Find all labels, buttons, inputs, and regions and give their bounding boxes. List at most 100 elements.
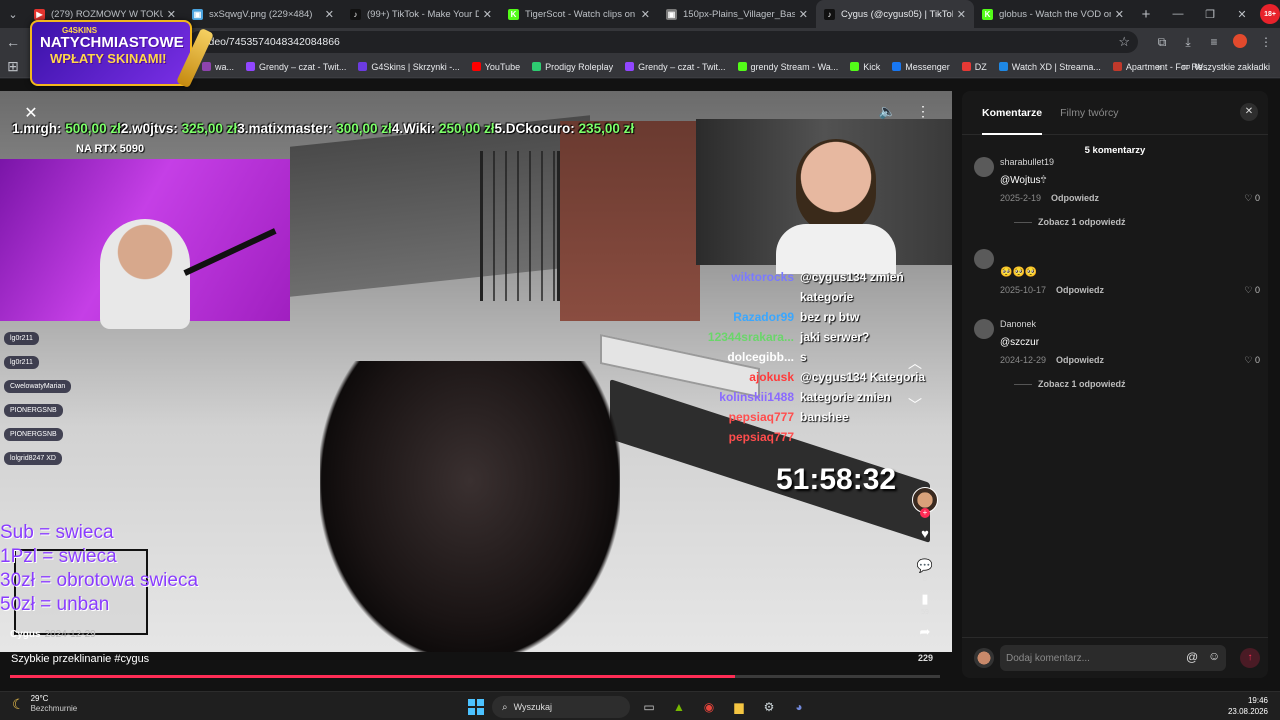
commenter-name[interactable]: Danonek <box>1000 319 1036 329</box>
tab-close-icon[interactable]: ✕ <box>957 8 966 21</box>
bookmark-label: Messenger <box>905 61 950 72</box>
tab-close-icon[interactable]: ✕ <box>167 8 176 21</box>
all-bookmarks-link[interactable]: Wszystkie zakładki <box>1194 62 1270 72</box>
browser-tab[interactable]: ▣ sxSqwgV.png (229×484) ✕ <box>184 0 342 28</box>
emoji-icon[interactable]: ☺ <box>1208 649 1220 663</box>
donor-amount: 300,00 zł <box>336 121 392 136</box>
start-button[interactable] <box>468 699 484 715</box>
view-replies-button[interactable]: Zobacz 1 odpowiedź <box>1014 379 1126 389</box>
apps-grid-icon[interactable]: ⊞ <box>0 58 26 75</box>
donor-amount: 235,00 zł <box>578 121 635 136</box>
video-player[interactable]: ✕ 🔈 ⋮ 1.mrgh: 500,00 zł2.w0jtvs: 325,00 … <box>0 91 952 652</box>
mention-icon[interactable]: @ <box>1186 650 1198 664</box>
task-view-icon[interactable]: ▭ <box>638 696 660 718</box>
bookmark-item[interactable]: Prodigy Roleplay <box>532 62 613 72</box>
comment-action[interactable]: 💬 8 <box>917 558 933 583</box>
comment-like[interactable]: ♡ 0 <box>1244 355 1260 366</box>
maximize-button[interactable]: ❐ <box>1194 8 1226 21</box>
address-bar[interactable]: /video/7453574048342084866 ☆ <box>188 31 1138 53</box>
discord-icon[interactable]: ◕ <box>788 696 810 718</box>
donor-leaderboard: 1.mrgh: 500,00 zł2.w0jtvs: 325,00 zł3.ma… <box>12 121 634 136</box>
close-video-button[interactable]: ✕ <box>20 103 42 125</box>
tab-close-icon[interactable]: ✕ <box>325 8 334 21</box>
chat-text: @cygus134 zmień <box>800 270 904 284</box>
tab-close-icon[interactable]: ✕ <box>799 8 808 21</box>
commenter-name[interactable]: sharabullet19 <box>1000 157 1054 167</box>
tab-creator-videos[interactable]: Filmy twórcy <box>1060 91 1118 135</box>
bookmark-item[interactable]: Grendy – czat - Twit... <box>625 62 726 72</box>
bookmark-item[interactable]: DZ <box>961 62 987 72</box>
close-window-button[interactable]: ✕ <box>1226 8 1258 21</box>
follow-plus-icon[interactable]: + <box>920 508 930 518</box>
browser-tab[interactable]: ♪ Cygus (@cygus05) | TikTok ✕ <box>816 0 974 28</box>
download-icon[interactable]: ⤓ <box>1180 35 1196 50</box>
bookmark-item[interactable]: grendy Stream - Wa... <box>737 62 838 72</box>
back-button[interactable]: ← <box>0 34 26 50</box>
browser-tab[interactable]: ♪ (99+) TikTok - Make Your Day ✕ <box>342 0 500 28</box>
reply-button[interactable]: Odpowiedz <box>1056 355 1104 365</box>
steam-icon[interactable]: ⚙ <box>758 696 780 718</box>
tab-comments[interactable]: Komentarze <box>982 91 1043 135</box>
browser-tab[interactable]: Kglobus - Watch the VOD on Kick ✕ <box>974 0 1132 28</box>
bookmark-item[interactable]: wa... <box>202 62 234 72</box>
subathon-timer: 51:58:32 <box>776 463 897 496</box>
previous-video-icon[interactable]: ︿ <box>908 353 922 373</box>
next-video-icon[interactable]: ﹀ <box>908 395 922 415</box>
like-action[interactable]: ♥ 481 <box>919 526 931 550</box>
bookmarks-overflow-icon[interactable]: » <box>1157 62 1162 72</box>
volume-icon[interactable]: 🔈 <box>879 103 896 120</box>
more-options-icon[interactable]: ⋮ <box>916 103 930 120</box>
comment-like[interactable]: ♡ 0 <box>1244 285 1260 296</box>
profile-badge[interactable]: 18+ <box>1260 4 1280 24</box>
extensions-icon[interactable]: ⧉ <box>1154 35 1170 50</box>
share-count: 229 <box>918 653 934 663</box>
weather-widget[interactable]: ☾ 29°C Bezchmurnie <box>12 694 77 714</box>
system-clock[interactable]: 19:46 23.08.2026 <box>1228 695 1268 717</box>
tab-close-icon[interactable]: ✕ <box>641 8 650 21</box>
commenter-avatar[interactable] <box>974 157 994 177</box>
media-controls-icon[interactable]: ≡ <box>1206 35 1222 49</box>
g4skins-ad[interactable]: G4SKINS NATYCHMIASTOWE WPŁATY SKINAMI! <box>30 20 215 89</box>
reply-button[interactable]: Odpowiedz <box>1056 285 1104 295</box>
share-action[interactable]: ➦ <box>920 624 931 640</box>
comment-like[interactable]: ♡ 0 <box>1244 193 1260 204</box>
bookmark-item[interactable]: Messenger <box>892 62 950 72</box>
donor-rank: 2. <box>120 121 133 136</box>
bookmark-item[interactable]: Kick <box>850 62 880 72</box>
menu-icon[interactable]: ⋮ <box>1258 35 1274 49</box>
taskbar-search[interactable]: ⌕ Wyszukaj <box>492 696 630 718</box>
tab-search-button[interactable]: ⌄ <box>0 0 26 28</box>
file-explorer-icon[interactable]: ▆ <box>728 696 750 718</box>
close-comments-icon[interactable]: ✕ <box>1240 103 1258 121</box>
video-progress-bar[interactable] <box>10 675 940 678</box>
tab-favicon-icon: K <box>982 8 993 20</box>
caption-author[interactable]: Cygus 2024-12-29 <box>10 629 96 640</box>
bookmark-item[interactable]: Watch XD | Streama... <box>998 62 1101 72</box>
tiktok-page: ✕ 🔈 ⋮ 1.mrgh: 500,00 zł2.w0jtvs: 325,00 … <box>0 79 1280 691</box>
send-comment-button[interactable]: ↑ <box>1240 648 1260 668</box>
tab-close-icon[interactable]: ✕ <box>483 8 492 21</box>
window-controls: — ❐ ✕ 18+ <box>1162 0 1280 28</box>
microphone-arm <box>183 228 277 276</box>
bookmark-favicon-icon <box>998 62 1008 71</box>
bookmark-item[interactable]: G4Skins | Skrzynki -... <box>358 62 460 72</box>
comment-count: 8 <box>923 576 927 583</box>
bookmark-star-icon[interactable]: ☆ <box>1118 34 1130 50</box>
reply-button[interactable]: Odpowiedz <box>1051 193 1099 203</box>
profile-avatar[interactable] <box>1232 33 1248 51</box>
save-action[interactable]: ▮ 59 <box>921 591 929 616</box>
commenter-avatar[interactable] <box>974 249 994 269</box>
bookmark-item[interactable]: Grendy – czat - Twit... <box>246 62 346 72</box>
browser-tab[interactable]: K TigerScot - Watch clips on Kick ✕ <box>500 0 658 28</box>
bookmark-favicon-icon <box>532 62 542 71</box>
nvidia-app-icon[interactable]: ▲ <box>668 696 690 718</box>
bookmark-label: Prodigy Roleplay <box>545 61 614 72</box>
commenter-avatar[interactable] <box>974 319 994 339</box>
tab-close-icon[interactable]: ✕ <box>1115 8 1124 21</box>
minimize-button[interactable]: — <box>1162 8 1194 20</box>
view-replies-button[interactable]: Zobacz 1 odpowiedź <box>1014 217 1126 227</box>
bookmark-item[interactable]: YouTube <box>471 62 520 72</box>
chrome-icon[interactable]: ◉ <box>698 696 720 718</box>
new-tab-button[interactable]: + <box>1132 6 1160 23</box>
browser-tab[interactable]: ▣ 150px-Plains_Villager_Base_JE2 ✕ <box>658 0 816 28</box>
